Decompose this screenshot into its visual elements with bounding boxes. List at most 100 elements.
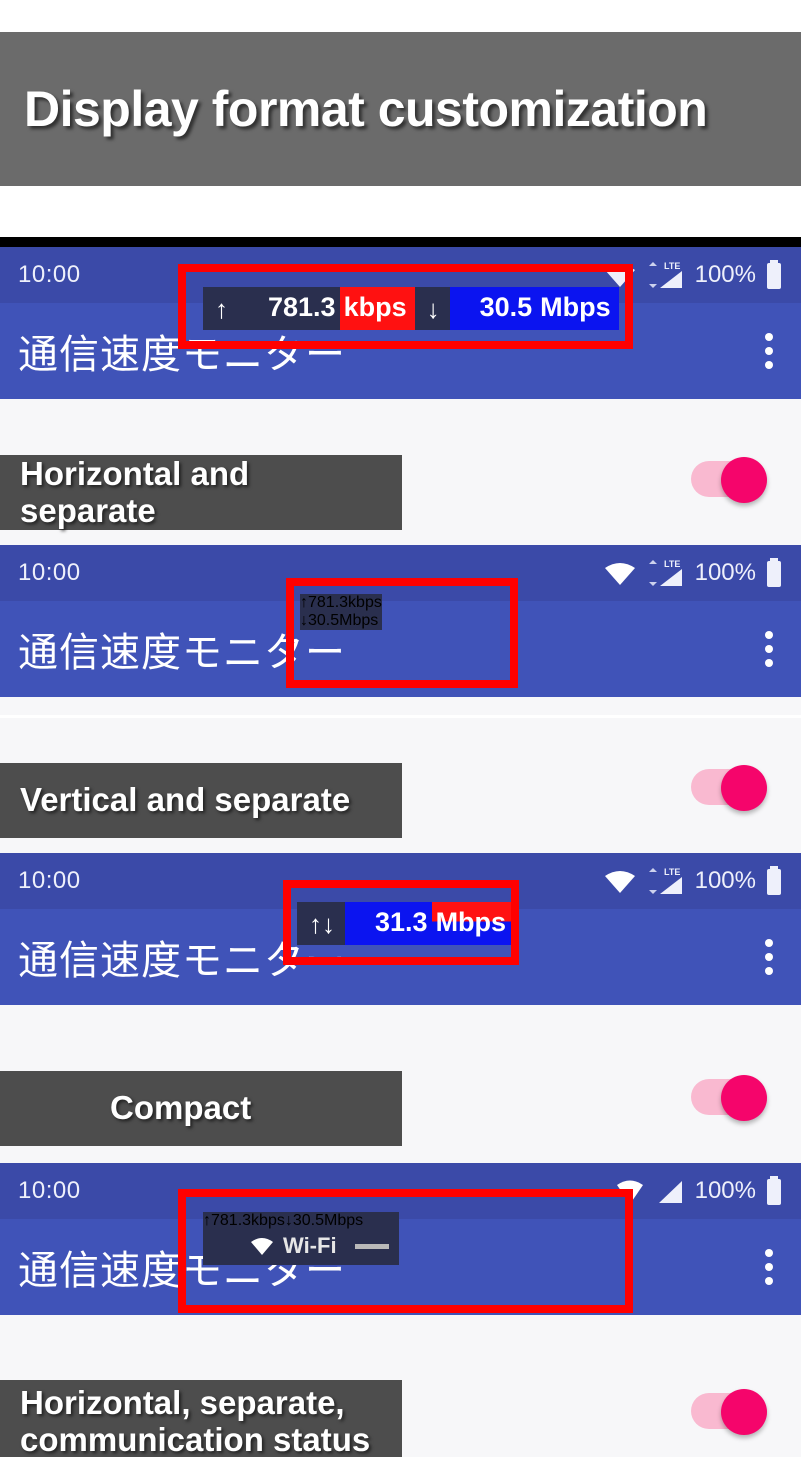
app-content-1: [0, 399, 801, 410]
upload-unit: kbps: [251, 1212, 285, 1229]
svg-text:LTE: LTE: [664, 261, 680, 271]
download-unit: Mbps: [339, 612, 379, 629]
phone-screenshot-2: 10:00 LTE 100% 通信速度モニター: [0, 545, 801, 715]
connection-status-row: Wi-Fi: [203, 1230, 399, 1265]
download-arrow-icon: ↓: [300, 612, 308, 629]
upload-value: 781.3: [211, 1212, 252, 1229]
speed-badge-3: ↑↓ 31.3 Mbps: [297, 902, 515, 945]
download-value: 30.5: [308, 612, 340, 629]
status-bar-4: 10:00 100%: [0, 1163, 801, 1219]
page-title: Display format customization: [24, 81, 708, 137]
app-content-3: [0, 1005, 801, 1028]
status-icons-group-3: LTE 100%: [603, 866, 783, 896]
format-label-text: Vertical and separate: [20, 781, 351, 819]
battery-full-icon: [765, 260, 783, 290]
app-title: 通信速度モニター: [18, 333, 346, 377]
screenshot-top-strip-1: [0, 237, 801, 247]
upload-arrow-icon: ↑: [300, 594, 308, 611]
overflow-menu-icon[interactable]: [765, 939, 787, 975]
app-content-2: [0, 697, 801, 715]
svg-text:LTE: LTE: [664, 559, 680, 569]
connection-name: Wi-Fi: [283, 1233, 337, 1258]
upload-arrow-icon: ↑: [215, 293, 228, 324]
toggle-switch-2[interactable]: [691, 764, 767, 811]
overflow-menu-icon[interactable]: [765, 1249, 787, 1285]
upload-unit: kbps: [339, 287, 415, 330]
speed-badge-horizontal-status: ↑ 781.3 kbps ↓ 30.5 Mbps Wi-Fi: [203, 1212, 399, 1265]
speed-badge-2: ↑ 781.3 kbps ↓ 30.5 Mbps: [300, 594, 382, 630]
speed-badge-upload-row: ↑ 781.3 kbps: [300, 594, 382, 612]
speed-badge-horizontal: ↑ 781.3 kbps ↓ 30.5 Mbps: [203, 287, 619, 330]
toggle-thumb: [721, 1074, 767, 1121]
upload-value: 781.3: [308, 594, 349, 611]
overflow-menu-icon[interactable]: [765, 333, 787, 369]
status-clock: 10:00: [18, 867, 81, 894]
lte-signal-icon: LTE: [646, 558, 686, 588]
upload-value: 781.3: [268, 292, 336, 322]
toggle-thumb: [721, 1389, 767, 1435]
speed-badge-vertical: ↑ 781.3 kbps ↓ 30.5 Mbps: [300, 594, 382, 630]
status-icons-group-2: LTE 100%: [603, 558, 783, 588]
format-label-2: Vertical and separate: [0, 763, 402, 838]
signal-icon: [656, 1177, 686, 1205]
speed-badge-4: ↑ 781.3 kbps ↓ 30.5 Mbps Wi-Fi: [203, 1212, 399, 1265]
upload-unit: kbps: [348, 594, 382, 611]
download-unit: Mbps: [323, 1212, 364, 1229]
lte-signal-icon: LTE: [646, 866, 686, 896]
toggle-switch-1[interactable]: [691, 456, 767, 503]
speed-badge-download-row: ↓ 30.5 Mbps: [300, 612, 382, 630]
phone-screenshot-4: 10:00 100% 通信速度モニター: [0, 1163, 801, 1338]
lte-signal-icon: LTE: [646, 260, 686, 290]
status-clock: 10:00: [18, 1177, 81, 1204]
page-root: Display format customization 10:00 LTE 1…: [0, 0, 801, 1457]
battery-percent-label: 100%: [694, 559, 756, 586]
status-icons-group-1: LTE 100%: [603, 260, 783, 290]
status-clock: 10:00: [18, 559, 81, 586]
app-title: 通信速度モニター: [18, 631, 346, 675]
app-bar-2: 通信速度モニター: [0, 601, 801, 697]
format-label-4: Horizontal, separate, communication stat…: [0, 1380, 402, 1457]
download-unit: Mbps: [536, 287, 619, 330]
upload-arrow-icon: ↑: [203, 1212, 211, 1229]
format-label-text: Horizontal and separate: [20, 454, 250, 529]
toggle-switch-4[interactable]: [691, 1389, 767, 1435]
format-label-3: Compact: [0, 1071, 402, 1146]
toggle-thumb: [721, 456, 767, 503]
speed-badge-speeds-row: ↑ 781.3 kbps ↓ 30.5 Mbps: [203, 1212, 399, 1230]
header-banner: Display format customization: [0, 32, 801, 186]
app-bar-4: 通信速度モニター: [0, 1219, 801, 1315]
status-bar-2: 10:00 LTE 100%: [0, 545, 801, 601]
speed-badge-1: ↑ 781.3 kbps ↓ 30.5 Mbps: [203, 287, 619, 330]
connection-detail-dash: [354, 1243, 389, 1249]
download-value: 30.5: [449, 287, 537, 330]
format-label-text-line2: communication status: [20, 1420, 371, 1457]
battery-percent-label: 100%: [694, 261, 756, 288]
status-bar-3: 10:00 LTE 100%: [0, 853, 801, 909]
toggle-thumb: [721, 764, 767, 811]
svg-text:LTE: LTE: [664, 867, 680, 877]
toggle-switch-3[interactable]: [691, 1074, 767, 1121]
status-icons-group-4: 100%: [613, 1176, 783, 1206]
battery-full-icon: [765, 558, 783, 588]
battery-percent-label: 100%: [694, 867, 756, 894]
battery-full-icon: [765, 866, 783, 896]
wifi-icon: [603, 262, 637, 288]
wifi-icon: [603, 560, 637, 586]
wifi-icon: [613, 1177, 647, 1205]
combined-value: 31.3: [345, 902, 432, 945]
overflow-menu-icon[interactable]: [765, 631, 787, 667]
download-arrow-icon: ↓: [426, 293, 440, 324]
battery-full-icon: [765, 1176, 783, 1206]
format-label-1: Horizontal and separate: [0, 455, 402, 530]
speed-badge-compact: ↑↓ 31.3 Mbps: [297, 902, 515, 945]
format-label-text: Compact: [110, 1089, 252, 1127]
battery-percent-label: 100%: [694, 1177, 756, 1204]
app-content-4: [0, 1315, 801, 1338]
format-label-text-line1: Horizontal, separate,: [20, 1384, 345, 1421]
download-arrow-icon: ↓: [284, 1212, 293, 1229]
status-clock: 10:00: [18, 261, 81, 288]
combined-unit: Mbps: [431, 902, 515, 945]
download-value: 30.5: [292, 1212, 324, 1229]
updown-arrow-icon: ↑↓: [309, 908, 335, 939]
wifi-icon: [603, 868, 637, 894]
